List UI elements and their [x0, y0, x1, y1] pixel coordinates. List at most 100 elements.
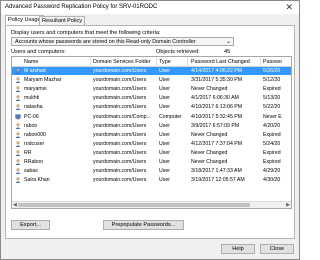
- column-header-name[interactable]: Name: [24, 59, 38, 65]
- cell-type: Computer: [159, 113, 182, 120]
- cell-name: Maryam Mazhar: [24, 77, 62, 84]
- column-header-password-last-changed[interactable]: Password Last Changed: [191, 59, 250, 65]
- cell-folder: yourdomain.com/Users: [93, 149, 147, 156]
- table-row[interactable]: RRaboo yourdomain.com/Users User Never Chan…: [12, 158, 291, 166]
- cell-folder: yourdomain.com/Users: [93, 104, 147, 111]
- cell-type: User: [159, 177, 170, 184]
- cell-password-last-changed: 3/19/2017 12:05:57 AM: [191, 177, 245, 184]
- cell-folder: yourdomain.com/Users: [93, 122, 147, 129]
- accounts-list[interactable]: Name Domain Services Folder Type Passwor…: [11, 56, 292, 209]
- cell-folder: yourdomain.com/Users: [93, 159, 147, 165]
- objects-retrieved-label: Objects retrieved:: [156, 49, 200, 55]
- cell-password-last-changed: 4/1/2017 6:06:30 AM: [191, 95, 239, 102]
- cell-password-last-changed: 3/31/2017 5:35:30 PM: [191, 77, 243, 84]
- user-icon: [15, 68, 21, 74]
- dialog-window: Advanced Password Replication Policy for…: [0, 0, 300, 260]
- table-row[interactable]: PC-06 yourdomain.com/Comp... Computer 4/10/…: [12, 113, 291, 121]
- cell-password-expires: Expired: [263, 86, 281, 93]
- cell-password-expires: 4/30/20: [263, 177, 281, 184]
- user-icon: [15, 177, 21, 184]
- table-row[interactable]: rodcuser yourdomain.com/Users User 4/12/201…: [12, 140, 291, 148]
- cell-type: User: [159, 68, 170, 74]
- criteria-value: Accounts whose passwords are stored on t…: [15, 39, 196, 45]
- cell-type: User: [159, 159, 170, 165]
- user-icon: [15, 77, 21, 84]
- cell-name: raboo: [24, 122, 38, 129]
- cell-password-expires: 5/24/20: [263, 140, 281, 147]
- cell-name: rodcuser: [24, 140, 45, 147]
- close-window-icon[interactable]: ✕: [285, 2, 293, 12]
- scrollbar-thumb[interactable]: [18, 203, 250, 207]
- cell-password-last-changed: 4/10/2017 5:32:45 PM: [191, 113, 243, 120]
- cell-name: Saira Khan: [24, 177, 50, 184]
- cell-folder: yourdomain.com/Users: [93, 77, 147, 84]
- table-row[interactable]: natasha yourdomain.com/Users User 4/10/2017…: [12, 103, 291, 111]
- table-row[interactable]: raboo yourdomain.com/Users User 3/9/2017 6:…: [12, 122, 291, 130]
- scroll-right-icon[interactable]: ▶: [286, 202, 290, 208]
- prepopulate-passwords-button[interactable]: Prepopulate Passwords...: [103, 220, 184, 230]
- cell-password-expires: 5/26/20: [263, 68, 281, 74]
- column-divider[interactable]: [156, 57, 157, 66]
- cell-folder: yourdomain.com/Users: [93, 131, 147, 138]
- table-row[interactable]: Maryam Mazhar yourdomain.com/Users User 3/3…: [12, 76, 291, 84]
- user-icon: [15, 141, 21, 147]
- cell-folder: yourdomain.com/Users: [93, 168, 147, 175]
- export-button[interactable]: Export...: [11, 220, 50, 230]
- user-icon: [15, 132, 21, 138]
- table-row[interactable]: mukhti yourdomain.com/Users User 4/1/2017 6…: [12, 94, 291, 102]
- column-header-folder[interactable]: Domain Services Folder: [93, 59, 151, 65]
- table-row[interactable]: raboo000 yourdomain.com/Users User Never Ch…: [12, 131, 291, 139]
- cell-password-last-changed: Never Changed: [191, 149, 228, 156]
- scroll-left-icon[interactable]: ◀: [13, 202, 17, 208]
- objects-retrieved-count: 45: [224, 49, 231, 55]
- cell-type: User: [159, 104, 170, 111]
- column-header-type[interactable]: Type: [159, 59, 171, 65]
- cell-type: User: [159, 86, 170, 93]
- cell-name: RR: [24, 149, 32, 156]
- help-button[interactable]: Help: [221, 244, 255, 254]
- close-button[interactable]: Close: [260, 244, 294, 254]
- cell-password-last-changed: 4/12/2017 7:37:04 PM: [191, 140, 243, 147]
- column-divider[interactable]: [90, 57, 91, 66]
- computer-icon: [15, 113, 21, 119]
- cell-password-expires: Expired: [263, 159, 281, 165]
- cell-password-expires: 5/12/20: [263, 77, 281, 84]
- criteria-dropdown[interactable]: Accounts whose passwords are stored on t…: [11, 37, 234, 46]
- cell-password-last-changed: Never Changed: [191, 131, 228, 138]
- cell-folder: yourdomain.com/Users: [93, 140, 147, 147]
- cell-password-expires: Expired: [263, 131, 281, 138]
- cell-type: User: [159, 95, 170, 102]
- cell-name: natasha: [24, 104, 43, 111]
- user-icon: [15, 104, 21, 111]
- cell-password-expires: 4/29/20: [263, 168, 281, 175]
- criteria-label: Display users and computers that meet th…: [11, 30, 161, 36]
- cell-folder: yourdomain.com/Users: [93, 68, 147, 74]
- user-icon: [15, 150, 21, 156]
- table-row[interactable]: sabas yourdomain.com/Users User 3/18/2017 1…: [12, 167, 291, 175]
- table-row[interactable]: M arshad yourdomain.com/Users User 4/14/201…: [12, 67, 291, 76]
- cell-password-expires: Expired: [263, 149, 281, 156]
- column-header-password-expires[interactable]: Passwo: [263, 59, 282, 65]
- table-row[interactable]: [12, 185, 291, 193]
- cell-type: User: [159, 131, 170, 138]
- list-header: Name Domain Services Folder Type Passwor…: [12, 57, 291, 67]
- user-icon: [15, 159, 21, 165]
- title-bar: Advanced Password Replication Policy for…: [1, 1, 299, 14]
- cell-folder: yourdomain.com/Comp...: [93, 113, 151, 120]
- cell-name: PC-06: [24, 113, 39, 120]
- table-row[interactable]: Saira Khan yourdomain.com/Users User 3/19/2…: [12, 176, 291, 184]
- users-computers-label: Users and computers:: [11, 49, 66, 55]
- column-divider[interactable]: [260, 57, 261, 66]
- user-icon: [15, 122, 21, 129]
- cell-name: mukhti: [24, 95, 40, 102]
- cell-name: raboo000: [24, 131, 46, 138]
- table-row[interactable]: maryamsi yourdomain.com/Users User Never Ch…: [12, 85, 291, 93]
- cell-folder: yourdomain.com/Users: [93, 177, 147, 184]
- cell-password-last-changed: Never Changed: [191, 159, 228, 165]
- horizontal-scrollbar[interactable]: ◀ ▶: [12, 201, 291, 208]
- policy-usage-panel: Display users and computers that meet th…: [5, 25, 295, 239]
- column-divider[interactable]: [187, 57, 188, 66]
- cell-name: sabas: [24, 168, 38, 175]
- cell-type: User: [159, 140, 170, 147]
- table-row[interactable]: RR yourdomain.com/Users User Never Changed E…: [12, 149, 291, 157]
